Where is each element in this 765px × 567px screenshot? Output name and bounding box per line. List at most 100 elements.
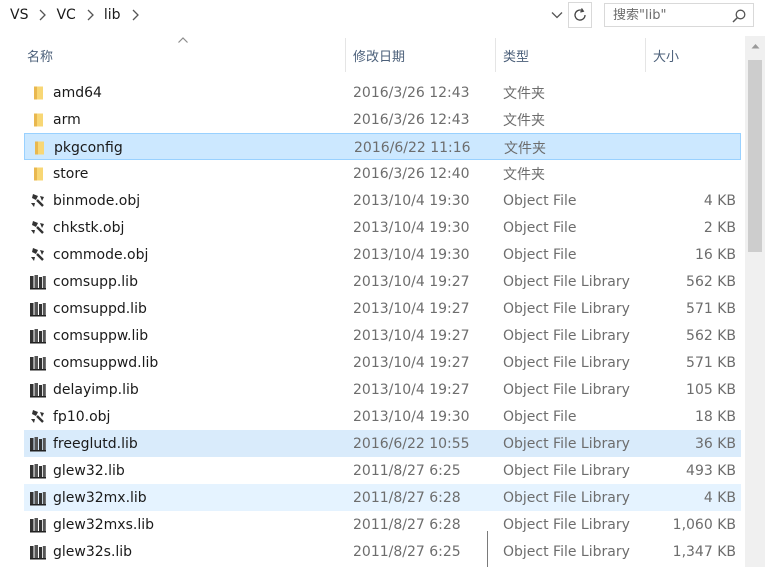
- search-icon[interactable]: [731, 8, 747, 24]
- breadcrumb-item-lib[interactable]: lib: [100, 7, 125, 23]
- file-name: pkgconfig: [54, 139, 123, 156]
- file-name: delayimp.lib: [53, 381, 139, 398]
- column-header-date[interactable]: 修改日期: [353, 36, 405, 74]
- chevron-right-icon[interactable]: [80, 9, 100, 21]
- file-date: 2013/10/4 19:27: [353, 273, 470, 290]
- file-size: 571 KB: [686, 354, 736, 371]
- library-icon: [28, 295, 48, 322]
- search-input[interactable]: [613, 7, 731, 23]
- column-header-name[interactable]: 名称: [27, 36, 53, 74]
- file-row[interactable]: store 2016/3/26 12:40 文件夹: [24, 160, 741, 187]
- file-date: 2016/3/26 12:43: [353, 111, 470, 128]
- file-list[interactable]: amd64 2016/3/26 12:43 文件夹 arm 2016/3/26 12:4…: [0, 78, 745, 567]
- library-icon: [28, 457, 48, 484]
- file-date: 2016/3/26 12:40: [353, 165, 470, 182]
- library-icon: [28, 322, 48, 349]
- file-date: 2013/10/4 19:30: [353, 408, 470, 425]
- file-row[interactable]: glew32mxs.lib 2011/8/27 6:28 Object File L…: [24, 511, 741, 538]
- object-file-icon: [28, 187, 48, 214]
- file-row[interactable]: comsuppw.lib 2013/10/4 19:27 Object File L…: [24, 322, 741, 349]
- column-divider[interactable]: [645, 38, 646, 72]
- file-type: Object File Library: [503, 489, 630, 506]
- file-size: 1,347 KB: [672, 543, 736, 560]
- file-name: glew32mx.lib: [53, 489, 147, 506]
- file-row[interactable]: arm 2016/3/26 12:43 文件夹: [24, 106, 741, 133]
- column-header-size[interactable]: 大小: [653, 36, 679, 74]
- file-date: 2013/10/4 19:27: [353, 354, 470, 371]
- library-icon: [28, 511, 48, 538]
- file-date: 2011/8/27 6:28: [353, 489, 461, 506]
- file-row[interactable]: glew32s.lib 2011/8/27 6:25 Object File Lib…: [24, 538, 741, 565]
- file-row[interactable]: fp10.obj 2013/10/4 19:30 Object File 18 KB: [24, 403, 741, 430]
- file-row[interactable]: amd64 2016/3/26 12:43 文件夹: [24, 79, 741, 106]
- folder-icon: [28, 106, 48, 133]
- library-icon: [28, 349, 48, 376]
- file-name: amd64: [53, 84, 102, 101]
- file-type: Object File Library: [503, 354, 630, 371]
- chevron-right-icon[interactable]: [125, 9, 145, 21]
- folder-icon: [28, 79, 48, 106]
- file-name: arm: [53, 111, 81, 128]
- file-type: Object File: [503, 192, 577, 209]
- file-size: 4 KB: [703, 489, 736, 506]
- scrollbar-thumb[interactable]: [748, 60, 762, 252]
- file-type: Object File Library: [503, 516, 630, 533]
- vertical-scrollbar[interactable]: [745, 36, 765, 567]
- address-history-button[interactable]: [546, 3, 568, 27]
- scroll-up-button[interactable]: [745, 38, 765, 54]
- refresh-button[interactable]: [568, 2, 592, 28]
- object-file-icon: [28, 403, 48, 430]
- column-header-type[interactable]: 类型: [503, 36, 529, 74]
- file-size: 2 KB: [703, 219, 736, 236]
- file-row[interactable]: comsuppwd.lib 2013/10/4 19:27 Object File …: [24, 349, 741, 376]
- file-row[interactable]: glew32.lib 2011/8/27 6:25 Object File Libr…: [24, 457, 741, 484]
- library-icon: [28, 268, 48, 295]
- file-name: comsupp.lib: [53, 273, 138, 290]
- chevron-right-icon[interactable]: [32, 9, 52, 21]
- file-name: chkstk.obj: [53, 219, 125, 236]
- file-date: 2013/10/4 19:27: [353, 327, 470, 344]
- file-type: Object File: [503, 219, 577, 236]
- file-name: glew32s.lib: [53, 543, 133, 560]
- file-type: Object File Library: [503, 381, 630, 398]
- library-icon: [28, 376, 48, 403]
- library-icon: [28, 484, 48, 511]
- file-row[interactable]: commode.obj 2013/10/4 19:30 Object File 16 …: [24, 241, 741, 268]
- file-row[interactable]: comsupp.lib 2013/10/4 19:27 Object File Li…: [24, 268, 741, 295]
- column-divider[interactable]: [495, 38, 496, 72]
- file-type: Object File Library: [503, 327, 630, 344]
- file-type: Object File Library: [503, 543, 630, 560]
- file-row[interactable]: pkgconfig 2016/6/22 11:16 文件夹: [24, 133, 741, 160]
- file-row[interactable]: chkstk.obj 2013/10/4 19:30 Object File 2 KB: [24, 214, 741, 241]
- file-name: store: [53, 165, 89, 182]
- file-date: 2011/8/27 6:28: [353, 516, 461, 533]
- file-row[interactable]: binmode.obj 2013/10/4 19:30 Object File 4 K…: [24, 187, 741, 214]
- column-divider[interactable]: [345, 38, 346, 72]
- file-size: 562 KB: [686, 273, 736, 290]
- file-name: glew32.lib: [53, 462, 125, 479]
- file-row[interactable]: comsuppd.lib 2013/10/4 19:27 Object File L…: [24, 295, 741, 322]
- file-row[interactable]: freeglutd.lib 2016/6/22 10:55 Object File …: [24, 430, 741, 457]
- breadcrumb-item-vc[interactable]: VC: [52, 7, 79, 23]
- file-name: binmode.obj: [53, 192, 141, 209]
- file-size: 1,060 KB: [672, 516, 736, 533]
- file-name: commode.obj: [53, 246, 149, 263]
- search-box[interactable]: [604, 3, 754, 27]
- file-name: fp10.obj: [53, 408, 111, 425]
- file-date: 2016/6/22 11:16: [354, 139, 471, 156]
- file-row[interactable]: delayimp.lib 2013/10/4 19:27 Object File L…: [24, 376, 741, 403]
- file-row[interactable]: glew32mx.lib 2011/8/27 6:28 Object File Li…: [24, 484, 741, 511]
- file-date: 2016/6/22 10:55: [353, 435, 470, 452]
- chevron-down-icon: [551, 12, 563, 19]
- file-date: 2011/8/27 6:25: [353, 543, 461, 560]
- file-size: 571 KB: [686, 300, 736, 317]
- breadcrumb-item-vs[interactable]: VS: [6, 7, 32, 23]
- file-type: Object File Library: [503, 300, 630, 317]
- library-icon: [28, 430, 48, 457]
- refresh-icon: [574, 8, 586, 21]
- object-file-icon: [28, 241, 48, 268]
- file-size: 36 KB: [694, 435, 736, 452]
- file-date: 2013/10/4 19:30: [353, 246, 470, 263]
- breadcrumb[interactable]: VS VC lib: [0, 0, 545, 30]
- file-size: 18 KB: [694, 408, 736, 425]
